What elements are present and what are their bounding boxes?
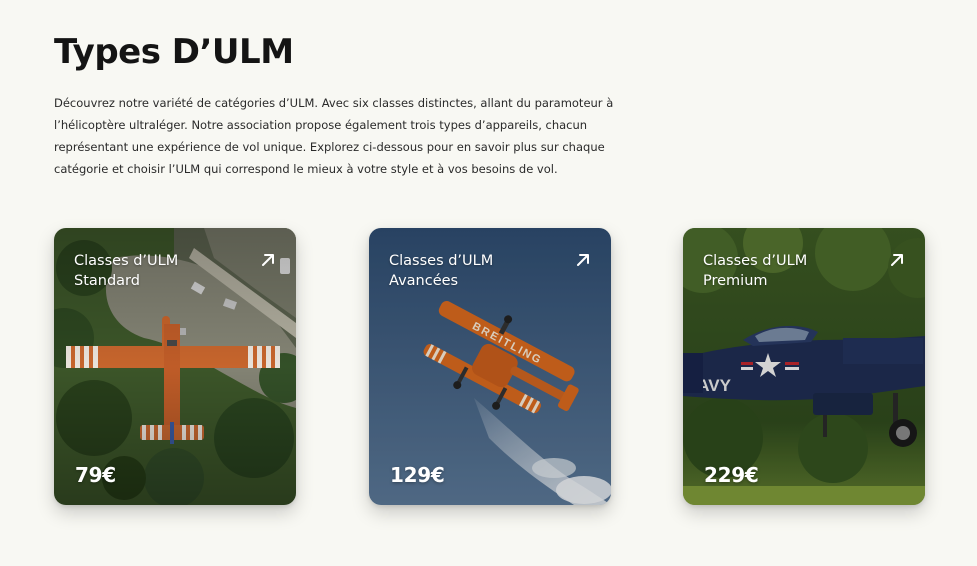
card-price: 79€: [75, 463, 116, 487]
card-title: Classes d’ULM Premium: [703, 252, 873, 291]
card-title-line2: Avancées: [389, 272, 459, 289]
arrow-up-right-icon[interactable]: [260, 252, 276, 268]
card-title-line1: Classes d’ULM: [703, 253, 808, 269]
arrow-up-right-icon[interactable]: [575, 252, 591, 268]
card-title-line1: Classes d’ULM: [74, 253, 179, 269]
card-title-line2: Premium: [703, 272, 768, 289]
arrow-up-right-icon[interactable]: [889, 252, 905, 268]
card-standard[interactable]: Classes d’ULM Standard 79€: [54, 228, 296, 505]
card-premium[interactable]: NAVY Classes d’ULM Premium 229€: [683, 228, 925, 505]
page-description: Découvrez notre variété de catégories d’…: [54, 96, 614, 176]
card-price: 129€: [390, 463, 445, 487]
card-price: 229€: [704, 463, 759, 487]
card-title-line1: Classes d’ULM: [389, 253, 494, 269]
card-title-line2: Standard: [74, 272, 140, 289]
card-title: Classes d’ULM Avancées: [389, 252, 559, 291]
page-title: Types D’ULM: [54, 32, 294, 72]
card-advanced[interactable]: BREITLING Classes d’ULM Avancées 129€: [369, 228, 611, 505]
card-title: Classes d’ULM Standard: [74, 252, 244, 291]
